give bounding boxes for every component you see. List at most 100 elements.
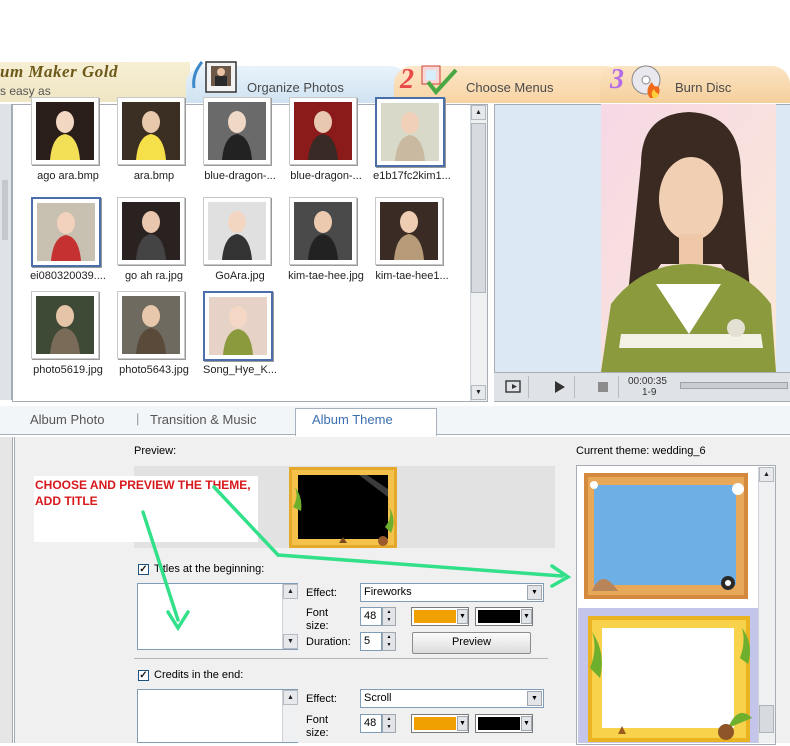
thumbnail-frame[interactable] bbox=[289, 197, 357, 265]
play-button[interactable] bbox=[544, 376, 575, 398]
chevron-down-icon[interactable]: ▼ bbox=[527, 585, 542, 600]
time-readout: 00:00:35 bbox=[628, 376, 667, 387]
thumbnail-frame[interactable] bbox=[31, 291, 99, 359]
thumbnail-image bbox=[294, 102, 352, 160]
playback-progress-slider[interactable] bbox=[680, 382, 788, 389]
spin-up-icon: ▲ bbox=[386, 609, 392, 615]
step-2-number: 2 bbox=[400, 64, 414, 95]
credits-font-color-picker[interactable]: ▼ bbox=[411, 714, 469, 733]
spin-up-icon: ▲ bbox=[386, 716, 392, 722]
titles-duration-label: Duration: bbox=[306, 636, 351, 648]
credits-font-size-value: 48 bbox=[364, 717, 377, 729]
scroll-down-icon[interactable]: ▼ bbox=[283, 634, 298, 649]
slideshow-button[interactable] bbox=[498, 376, 529, 398]
photo-browser-scrollbar[interactable]: ▲ ▼ bbox=[470, 105, 487, 401]
tab-transition-music[interactable]: Transition & Music bbox=[150, 412, 256, 427]
theme-frame-image bbox=[588, 616, 752, 742]
thumbnail-image bbox=[37, 203, 95, 261]
scroll-down-icon[interactable]: ▼ bbox=[471, 385, 486, 400]
thumbnail-frame[interactable] bbox=[117, 97, 185, 165]
tab-separator: | bbox=[136, 411, 140, 426]
theme-item-golden[interactable] bbox=[578, 608, 758, 743]
credits-font-size-input[interactable]: 48 bbox=[360, 714, 382, 733]
photo-browser: ago ara.bmp ara.bmp blue-dragon-... blue-dr… bbox=[12, 97, 488, 402]
thumbnail-frame[interactable] bbox=[117, 291, 185, 359]
credits-text-input[interactable]: ▲ bbox=[137, 689, 298, 743]
titles-font-color-swatch bbox=[414, 610, 456, 623]
thumbnail-frame[interactable] bbox=[289, 97, 357, 165]
titles-font-size-input[interactable]: 48 bbox=[360, 607, 382, 626]
preview-label: Preview: bbox=[134, 445, 177, 457]
titles-effect-value: Fireworks bbox=[364, 586, 412, 598]
scroll-up-icon[interactable]: ▲ bbox=[283, 584, 298, 599]
tab-album-theme[interactable]: Album Theme bbox=[312, 412, 393, 427]
left-pane-splitter[interactable] bbox=[2, 180, 8, 240]
current-theme-label: Current theme: wedding_6 bbox=[576, 445, 706, 457]
credits-input-scrollbar[interactable]: ▲ bbox=[282, 690, 298, 742]
scroll-up-icon[interactable]: ▲ bbox=[283, 690, 298, 705]
thumbnail-frame[interactable] bbox=[203, 97, 271, 165]
thumbnail-image bbox=[36, 102, 94, 160]
thumbnail-caption: Song_Hye_K... bbox=[203, 364, 277, 376]
tab-album-photo[interactable]: Album Photo bbox=[30, 412, 104, 427]
thumbnail-frame[interactable] bbox=[375, 97, 445, 167]
thumbnail-image bbox=[209, 297, 267, 355]
theme-item-wedding-6[interactable] bbox=[578, 467, 758, 607]
left-pane-edge bbox=[0, 104, 12, 400]
chevron-down-icon[interactable]: ▼ bbox=[521, 609, 532, 624]
thumbnail-caption: kim-tae-hee.jpg bbox=[288, 270, 364, 282]
titles-text-input[interactable]: ▲ ▼ bbox=[137, 583, 298, 650]
frame-readout: 1-9 bbox=[642, 387, 657, 398]
preview-button[interactable]: Preview bbox=[412, 632, 531, 654]
thumbnail-frame[interactable] bbox=[203, 291, 273, 361]
step-1-label: Organize Photos bbox=[247, 80, 344, 95]
titles-checkbox[interactable]: ✓ bbox=[138, 564, 149, 575]
titles-font-size-stepper[interactable]: ▲ ▼ bbox=[382, 607, 396, 626]
titles-bg-color-picker[interactable]: ▼ bbox=[475, 607, 533, 626]
credits-bg-color-swatch bbox=[478, 717, 520, 730]
titles-duration-input[interactable]: 5 bbox=[360, 632, 382, 651]
slideshow-icon bbox=[505, 380, 521, 393]
titles-font-color-picker[interactable]: ▼ bbox=[411, 607, 469, 626]
stop-icon bbox=[598, 382, 608, 392]
spin-up-icon: ▲ bbox=[386, 634, 392, 640]
titles-bg-color-swatch bbox=[478, 610, 520, 623]
spin-down-icon: ▼ bbox=[386, 724, 392, 730]
chevron-down-icon[interactable]: ▼ bbox=[457, 609, 468, 624]
scrollbar-thumb[interactable] bbox=[759, 705, 774, 733]
titles-duration-stepper[interactable]: ▲ ▼ bbox=[382, 632, 396, 651]
stop-button[interactable] bbox=[588, 376, 619, 398]
credits-bg-color-picker[interactable]: ▼ bbox=[475, 714, 533, 733]
chevron-down-icon[interactable]: ▼ bbox=[527, 691, 542, 706]
step-burn-disc-tab[interactable]: 3 Burn Disc bbox=[600, 64, 790, 103]
titles-input-scrollbar[interactable]: ▲ ▼ bbox=[282, 584, 298, 649]
titles-effect-select[interactable]: Fireworks ▼ bbox=[360, 583, 544, 602]
chevron-down-icon[interactable]: ▼ bbox=[521, 716, 532, 731]
thumbnail-frame[interactable] bbox=[117, 197, 185, 265]
left-gutter bbox=[0, 437, 13, 743]
theme-frame-image bbox=[584, 473, 748, 599]
credits-font-size-stepper[interactable]: ▲ ▼ bbox=[382, 714, 396, 733]
scroll-up-icon[interactable]: ▲ bbox=[471, 105, 486, 120]
thumbnail-image bbox=[36, 296, 94, 354]
theme-list-scrollbar[interactable]: ▲ bbox=[758, 467, 775, 743]
thumbnail-caption: photo5643.jpg bbox=[119, 364, 189, 376]
thumbnail-caption: blue-dragon-... bbox=[204, 170, 276, 182]
scroll-up-icon[interactable]: ▲ bbox=[759, 467, 774, 482]
credits-checkbox[interactable]: ✓ bbox=[138, 670, 149, 681]
thumbnail-frame[interactable] bbox=[375, 197, 443, 265]
titles-duration-value: 5 bbox=[364, 635, 371, 647]
thumbnail-image bbox=[381, 103, 439, 161]
thumbnail-caption: e1b17fc2kim1... bbox=[373, 170, 451, 182]
preview-image bbox=[601, 104, 776, 372]
credits-effect-value: Scroll bbox=[364, 692, 392, 704]
thumbnail-frame[interactable] bbox=[203, 197, 271, 265]
thumbnail-frame[interactable] bbox=[31, 97, 99, 165]
scrollbar-thumb[interactable] bbox=[471, 123, 486, 293]
titles-font-size-label: Font size: bbox=[306, 607, 329, 632]
credits-effect-label: Effect: bbox=[306, 693, 337, 705]
thumbnail-frame[interactable] bbox=[31, 197, 101, 267]
credits-font-size-label: Font size: bbox=[306, 714, 329, 739]
credits-effect-select[interactable]: Scroll ▼ bbox=[360, 689, 544, 708]
chevron-down-icon[interactable]: ▼ bbox=[457, 716, 468, 731]
